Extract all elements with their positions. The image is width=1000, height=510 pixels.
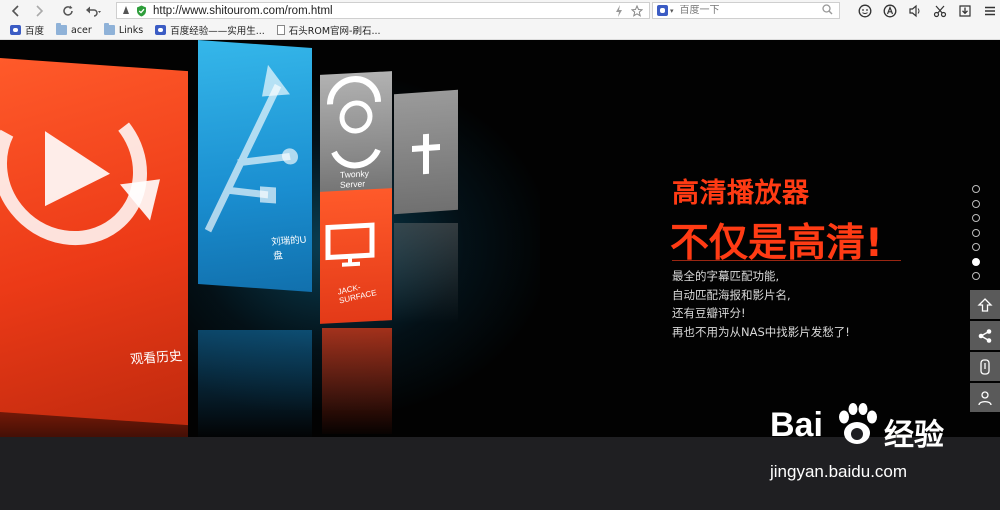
shield-check-icon bbox=[137, 5, 146, 16]
back-to-top-icon bbox=[977, 297, 993, 312]
paw-icon bbox=[839, 403, 877, 444]
bookmark-label: 石头ROM官网-刷石... bbox=[288, 26, 381, 37]
magnifier-icon[interactable] bbox=[822, 4, 833, 18]
undo-button[interactable] bbox=[81, 2, 107, 20]
chevron-left-icon bbox=[11, 4, 19, 17]
menu-icon[interactable] bbox=[977, 2, 1000, 20]
browser-window: http://www.shitourom.com/rom.html ▾ 百度一下… bbox=[0, 0, 1000, 510]
bookmark-label: acer bbox=[71, 24, 92, 36]
slide-dot[interactable] bbox=[972, 272, 980, 280]
chat-icon[interactable] bbox=[852, 2, 877, 20]
a-circle-icon[interactable] bbox=[877, 2, 902, 20]
folder-icon bbox=[103, 23, 115, 35]
tile-watch-history[interactable]: 观看历史 bbox=[0, 58, 188, 426]
page-icon bbox=[276, 25, 285, 35]
clipboard-button[interactable] bbox=[970, 352, 1000, 381]
url-text: http://www.shitourom.com/rom.html bbox=[153, 4, 333, 17]
tile-reflection bbox=[198, 330, 312, 437]
back-to-top-button[interactable] bbox=[970, 290, 1000, 319]
reload-icon bbox=[63, 5, 73, 16]
reload-button[interactable] bbox=[58, 2, 78, 20]
slide-dot[interactable] bbox=[972, 185, 980, 193]
description-line: 再也不用为从NAS中找影片发愁了! bbox=[672, 324, 850, 339]
bookmark-links[interactable]: Links bbox=[103, 23, 144, 36]
tile-label: 刘瑞的U盘 bbox=[270, 234, 308, 262]
slide-dot[interactable] bbox=[972, 214, 980, 222]
chevron-right-icon bbox=[36, 4, 44, 17]
watermark-brand: Bai bbox=[770, 406, 823, 444]
twonky-icon bbox=[327, 76, 381, 169]
monitor-icon bbox=[325, 222, 375, 267]
bookmark-baidu[interactable]: 百度 bbox=[10, 23, 44, 37]
bookmark-label: 百度 bbox=[25, 26, 45, 37]
bookmark-label: 百度经验——实用生... bbox=[170, 26, 265, 37]
browser-toolbar: http://www.shitourom.com/rom.html ▾ bbox=[0, 0, 1000, 21]
search-input[interactable] bbox=[679, 5, 810, 16]
hero-banner: 观看历史 刘瑞的U盘 Twonky Server JACK-SURFACE 高清… bbox=[0, 40, 1000, 437]
star-icon[interactable] bbox=[631, 3, 643, 18]
headline-title: 高清播放器 bbox=[672, 178, 810, 209]
slide-indicator bbox=[972, 185, 980, 287]
search-box[interactable]: ▾ bbox=[652, 2, 840, 19]
undo-icon bbox=[86, 6, 101, 17]
slide-dot[interactable] bbox=[972, 228, 980, 237]
folder-icon bbox=[56, 23, 68, 35]
slide-dot[interactable] bbox=[972, 199, 980, 208]
description-line: 还有豆瓣评分! bbox=[672, 306, 746, 320]
headline-divider bbox=[672, 260, 901, 261]
clipboard-icon bbox=[980, 358, 990, 375]
slide-dot[interactable] bbox=[972, 243, 980, 251]
download-icon[interactable] bbox=[952, 2, 977, 20]
tile-label: 观看历史 bbox=[129, 349, 184, 368]
scissors-icon[interactable] bbox=[927, 2, 952, 20]
share-button[interactable] bbox=[970, 321, 1000, 350]
baidu-icon bbox=[155, 25, 167, 35]
feature-description: 最全的字幕匹配功能, 自动匹配海报和影片名, 还有豆瓣评分! 再也不用为从NAS… bbox=[672, 267, 850, 341]
bookmarks-bar: 百度 acer Links 百度经验——实用生... 石头ROM官网-刷石... bbox=[0, 21, 1000, 40]
tile-label: Twonky Server bbox=[340, 168, 369, 190]
side-toolbar bbox=[970, 290, 1000, 414]
slide-dot-active[interactable] bbox=[972, 257, 980, 266]
page-content: 观看历史 刘瑞的U盘 Twonky Server JACK-SURFACE 高清… bbox=[0, 40, 1000, 510]
bookmark-acer[interactable]: acer bbox=[56, 23, 92, 36]
bell-icon bbox=[123, 6, 129, 14]
tile-add-new[interactable] bbox=[394, 89, 458, 215]
usb-icon bbox=[204, 64, 298, 233]
description-line: 自动匹配海报和影片名, bbox=[672, 287, 791, 302]
tile-usb-drive[interactable]: 刘瑞的U盘 bbox=[198, 40, 312, 292]
back-button[interactable] bbox=[6, 2, 26, 20]
share-icon bbox=[978, 328, 992, 343]
engine-dropdown-icon[interactable]: ▾ bbox=[670, 7, 674, 15]
baidu-icon bbox=[10, 25, 21, 35]
watermark-brand-cn: 经验 bbox=[884, 419, 944, 452]
tile-reflection bbox=[394, 223, 458, 323]
toolbar-right-tools bbox=[852, 2, 1000, 20]
bookmark-shitourom[interactable]: 石头ROM官网-刷石... bbox=[276, 23, 381, 37]
address-bar[interactable]: http://www.shitourom.com/rom.html bbox=[116, 2, 650, 19]
watermark-url: jingyan.baidu.com bbox=[770, 462, 908, 481]
forward-button[interactable] bbox=[29, 2, 49, 20]
plus-icon bbox=[412, 133, 440, 175]
speaker-icon[interactable] bbox=[902, 2, 927, 20]
lightning-icon[interactable] bbox=[615, 3, 623, 18]
bookmark-baidu-jingyan[interactable]: 百度经验——实用生... bbox=[155, 23, 265, 37]
replay-icon bbox=[0, 90, 160, 246]
description-line: 最全的字幕匹配功能, bbox=[672, 269, 780, 283]
bookmark-label: Links bbox=[118, 24, 144, 36]
tile-jack-surface[interactable]: JACK-SURFACE bbox=[320, 188, 392, 324]
tile-reflection bbox=[322, 328, 392, 434]
baidu-icon[interactable] bbox=[657, 5, 668, 16]
baidu-jingyan-watermark: Bai 经验 jingyan.baidu.com bbox=[766, 400, 986, 510]
